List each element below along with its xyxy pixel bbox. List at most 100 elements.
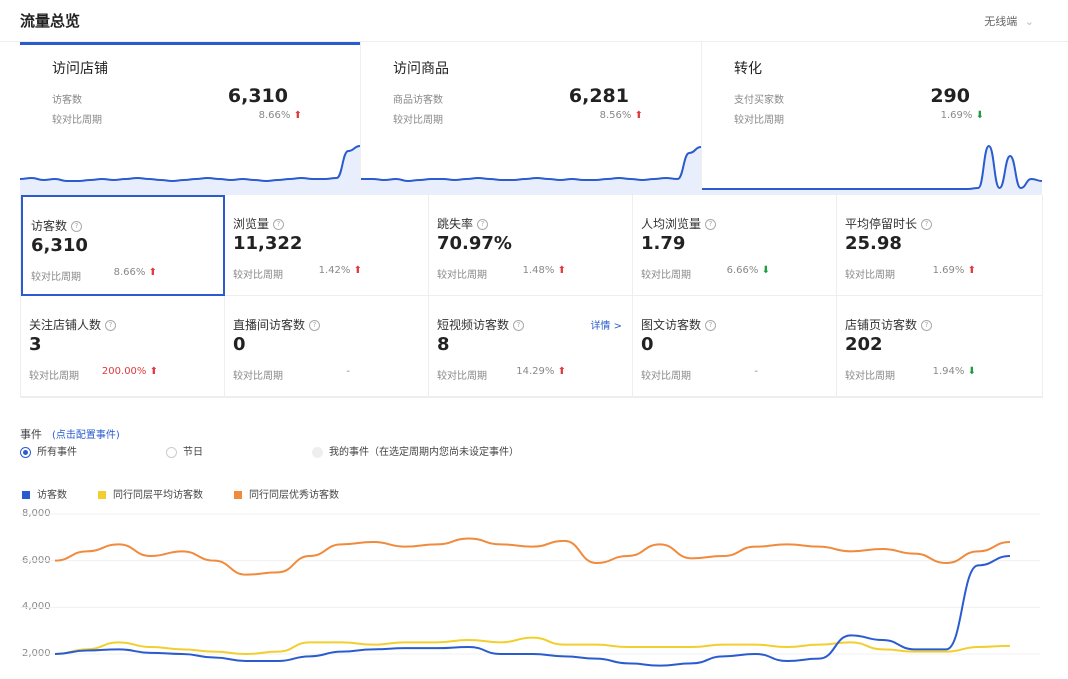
metric-pct: 14.29% ⬆ xyxy=(516,366,566,377)
metrics-grid: 访客数? 6,310 较对比周期 8.66% ⬆ 浏览量? 11,322 较对比周期 1.42… xyxy=(20,195,1043,398)
metric-value: 0 xyxy=(641,334,654,355)
metric-name: 短视频访客数? xyxy=(437,316,525,333)
card-label: 访客数 xyxy=(52,95,82,106)
metric-pct: - xyxy=(754,366,758,377)
active-card-indicator xyxy=(20,42,360,45)
legend-swatch xyxy=(98,491,106,499)
metric-name: 跳失率? xyxy=(437,215,489,232)
sparkline-visit-product xyxy=(361,146,701,195)
card-visit-product[interactable]: 访问商品 商品访客数 6,281 较对比周期 8.56% ⬆ xyxy=(361,42,702,195)
help-icon[interactable]: ? xyxy=(921,320,933,331)
legend-peer-excellent[interactable]: 同行同层优秀访客数 xyxy=(234,486,339,501)
metric-value: 70.97% xyxy=(437,233,512,254)
card-pct: 1.69% ⬇ xyxy=(940,110,984,121)
metric-cell[interactable]: 跳失率? 70.97% 较对比周期 1.48% ⬆ xyxy=(429,195,633,296)
details-link[interactable]: 详情 > xyxy=(590,317,622,332)
metric-pct: 8.66% ⬆ xyxy=(113,267,157,278)
radio-label: 所有事件 xyxy=(37,447,77,458)
metric-value: 11,322 xyxy=(233,233,303,254)
metric-value: 3 xyxy=(29,334,42,355)
arrow-up-icon: ⬆ xyxy=(634,110,643,121)
metric-name: 访客数? xyxy=(31,217,83,234)
help-icon[interactable]: ? xyxy=(513,320,525,331)
help-icon[interactable]: ? xyxy=(705,320,717,331)
metric-compare: 较对比周期 xyxy=(641,270,691,281)
metric-compare: 较对比周期 xyxy=(233,270,283,281)
arrow-up-icon: ⬆ xyxy=(967,265,976,276)
card-title: 访问店铺 xyxy=(52,61,108,77)
metric-cell[interactable]: 平均停留时长? 25.98 较对比周期 1.69% ⬆ xyxy=(837,195,1042,296)
metric-cell[interactable]: 店铺页访客数? 202 较对比周期 1.94% ⬇ xyxy=(837,296,1042,397)
sparkline-visit-store xyxy=(20,145,360,195)
arrow-up-icon: ⬆ xyxy=(293,110,302,121)
metric-name: 关注店铺人数? xyxy=(29,316,117,333)
arrow-up-icon: ⬆ xyxy=(557,265,566,276)
radio-my-events[interactable]: 我的事件（在选定周期内您尚未设定事件） xyxy=(312,443,519,458)
metric-name: 人均浏览量? xyxy=(641,215,717,232)
arrow-down-icon: ⬇ xyxy=(761,265,770,276)
metric-value: 6,310 xyxy=(31,235,88,256)
card-compare: 较对比周期 xyxy=(52,115,102,126)
metric-pct: 1.42% ⬆ xyxy=(318,265,362,276)
help-icon[interactable]: ? xyxy=(273,219,285,230)
metric-cell[interactable]: 浏览量? 11,322 较对比周期 1.42% ⬆ xyxy=(225,195,429,296)
metric-cell[interactable]: 访客数? 6,310 较对比周期 8.66% ⬆ xyxy=(21,195,225,296)
metric-pct: 1.48% ⬆ xyxy=(522,265,566,276)
help-icon[interactable]: ? xyxy=(477,219,489,230)
traffic-line-chart xyxy=(20,513,1040,667)
sparkline-area xyxy=(20,146,360,195)
metric-cell[interactable]: 短视频访客数? 8 较对比周期 14.29% ⬆ 详情 > xyxy=(429,296,633,397)
events-label: 事件 xyxy=(20,428,42,441)
card-label: 商品访客数 xyxy=(393,95,443,106)
metric-cell[interactable]: 关注店铺人数? 3 较对比周期 200.00% ⬆ xyxy=(21,296,225,397)
arrow-up-icon: ⬆ xyxy=(149,366,158,377)
card-pct: 8.56% ⬆ xyxy=(599,110,643,121)
radio-all-events[interactable]: 所有事件 xyxy=(20,443,77,458)
radio-disabled-icon xyxy=(312,446,323,458)
card-visit-store[interactable]: 访问店铺 访客数 6,310 较对比周期 8.66% ⬆ xyxy=(20,42,361,195)
radio-label: 我的事件（在选定周期内您尚未设定事件） xyxy=(329,447,519,458)
metric-value: 25.98 xyxy=(845,233,902,254)
legend-peer-avg[interactable]: 同行同层平均访客数 xyxy=(98,486,203,501)
metric-name: 平均停留时长? xyxy=(845,215,933,232)
metric-value: 0 xyxy=(233,334,246,355)
metric-pct: 6.66% ⬇ xyxy=(726,265,770,276)
help-icon[interactable]: ? xyxy=(309,320,321,331)
arrow-up-icon: ⬆ xyxy=(148,267,157,278)
radio-off-icon xyxy=(166,446,177,458)
arrow-down-icon: ⬇ xyxy=(975,110,984,121)
help-icon[interactable]: ? xyxy=(921,219,933,230)
card-compare: 较对比周期 xyxy=(734,115,784,126)
device-label: 无线端 xyxy=(984,15,1018,28)
card-title: 访问商品 xyxy=(393,61,449,77)
card-value: 290 xyxy=(930,85,970,107)
card-label: 支付买家数 xyxy=(734,95,784,106)
card-value: 6,310 xyxy=(227,85,288,107)
metric-cell[interactable]: 直播间访客数? 0 较对比周期 - xyxy=(225,296,429,397)
metric-cell[interactable]: 人均浏览量? 1.79 较对比周期 6.66% ⬇ xyxy=(633,195,837,296)
help-icon[interactable]: ? xyxy=(705,219,717,230)
series-line xyxy=(54,636,1011,656)
legend-visitors[interactable]: 访客数 xyxy=(22,486,67,501)
metric-cell[interactable]: 图文访客数? 0 较对比周期 - xyxy=(633,296,837,397)
card-conversion[interactable]: 转化 支付买家数 290 较对比周期 1.69% ⬇ xyxy=(702,42,1042,195)
metric-pct: 200.00% ⬆ xyxy=(101,366,158,377)
legend-swatch xyxy=(234,491,242,499)
sparkline-line xyxy=(20,145,360,183)
arrow-down-icon: ⬇ xyxy=(967,366,976,377)
metric-compare: 较对比周期 xyxy=(31,272,81,283)
series-line xyxy=(54,537,1011,576)
legend-swatch xyxy=(22,491,30,499)
metric-pct: - xyxy=(346,366,350,377)
help-icon[interactable]: ? xyxy=(105,320,117,331)
metric-pct: 1.69% ⬆ xyxy=(932,265,976,276)
metric-name: 店铺页访客数? xyxy=(845,316,933,333)
metric-compare: 较对比周期 xyxy=(437,270,487,281)
metric-name: 直播间访客数? xyxy=(233,316,321,333)
configure-events-link[interactable]: (点击配置事件) xyxy=(52,426,120,441)
arrow-up-icon: ⬆ xyxy=(557,366,566,377)
help-icon[interactable]: ? xyxy=(71,221,83,232)
radio-holiday[interactable]: 节日 xyxy=(166,443,203,458)
metric-name: 图文访客数? xyxy=(641,316,717,333)
device-select[interactable]: 无线端 ⌄ xyxy=(984,13,1034,29)
